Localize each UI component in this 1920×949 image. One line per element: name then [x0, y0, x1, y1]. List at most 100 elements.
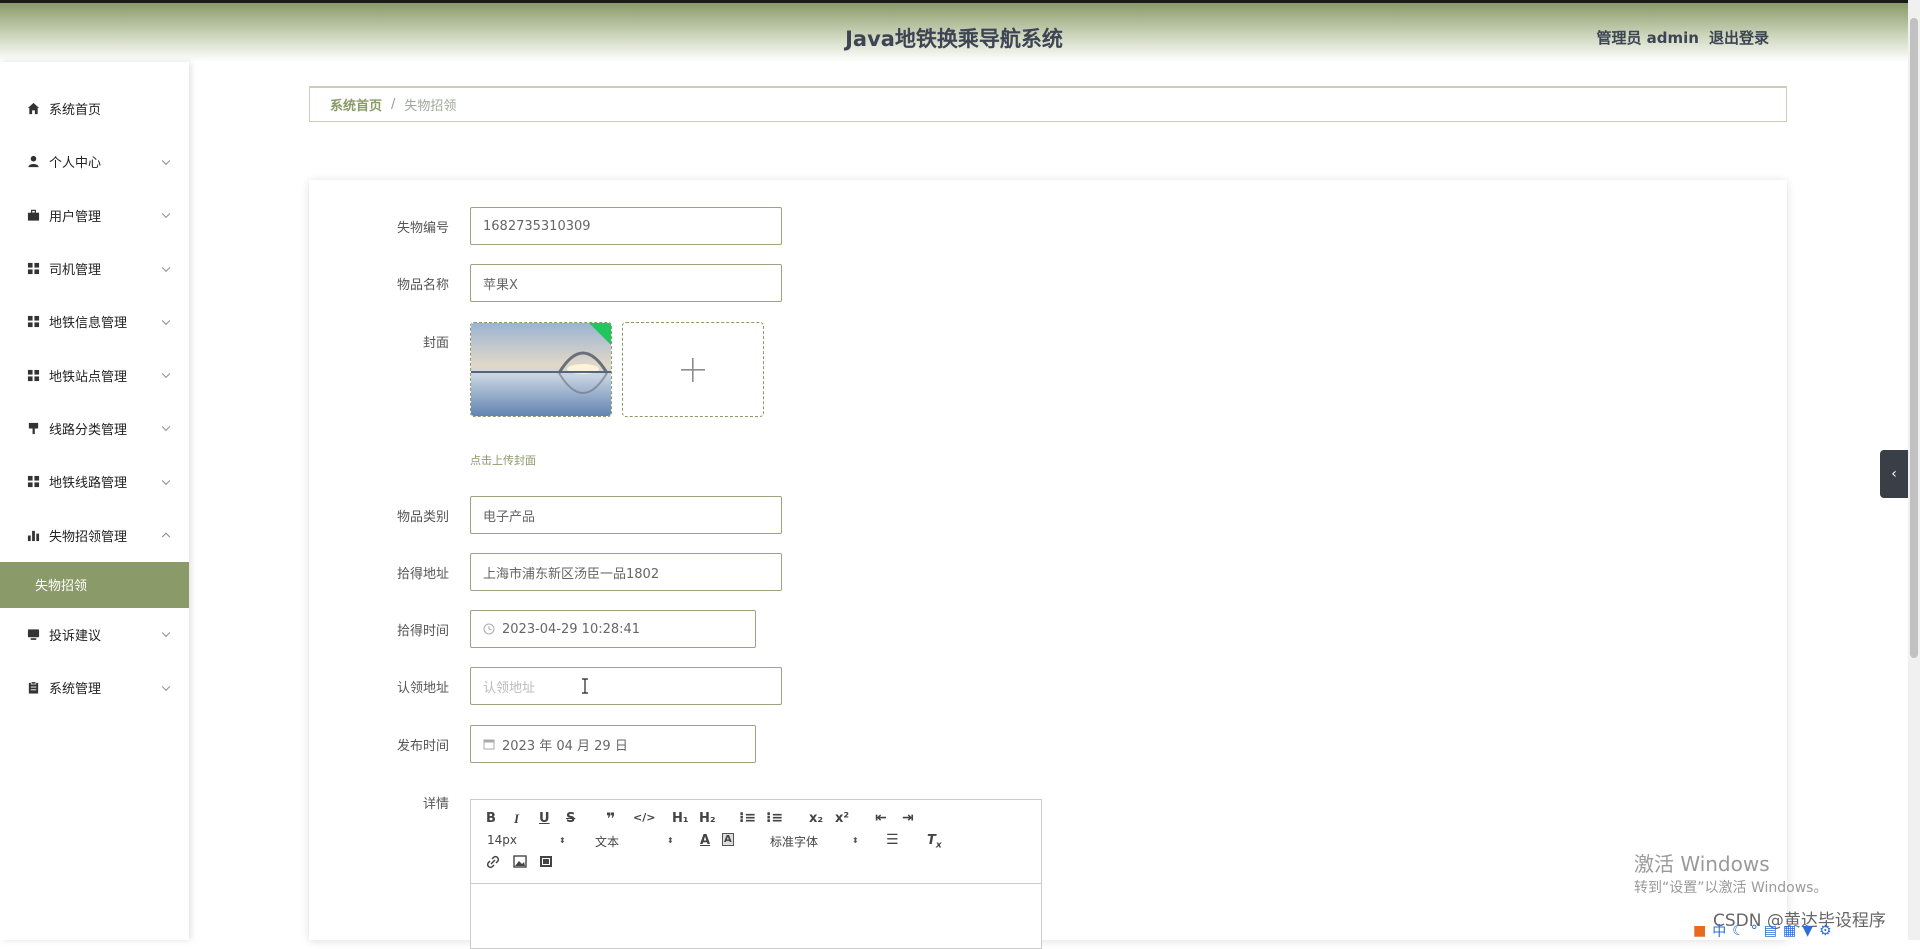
- subscript-icon[interactable]: x₂: [809, 811, 823, 826]
- code-field[interactable]: 1682735310309: [470, 207, 782, 245]
- tray-extra-icon[interactable]: ▦: [1783, 923, 1796, 939]
- chevron-down-icon: [161, 476, 171, 485]
- strikethrough-icon[interactable]: S: [566, 811, 575, 826]
- cover-label: 封面: [422, 336, 449, 351]
- sidebar-item-complaints[interactable]: 投诉建议: [0, 608, 189, 661]
- chevron-down-icon: [161, 263, 171, 272]
- publish-date-picker[interactable]: 2023 年 04 月 29 日: [470, 725, 756, 763]
- form-card: 失物编号 1682735310309 物品名称 苹果X 封面 点击上传封面 物品…: [309, 180, 1787, 949]
- editor-content-area[interactable]: [471, 884, 1041, 948]
- heading1-icon[interactable]: H₁: [672, 811, 689, 826]
- chevron-up-icon: [161, 532, 171, 542]
- publish-time-label: 发布时间: [396, 739, 449, 754]
- font-size-value: 14px: [487, 833, 517, 847]
- found-address-field[interactable]: 上海市浦东新区汤臣一品1802: [470, 553, 782, 591]
- briefcase-icon: [26, 208, 40, 222]
- background-color-icon[interactable]: A: [722, 833, 734, 846]
- sidebar-item-metro-lines[interactable]: 地铁线路管理: [0, 455, 189, 508]
- sidebar-item-label: 投诉建议: [49, 628, 102, 644]
- font-color-icon[interactable]: A: [700, 833, 710, 848]
- cover-hint: 点击上传封面: [470, 454, 536, 467]
- ordered-list-icon[interactable]: ⁝≡: [739, 810, 756, 826]
- align-icon[interactable]: ☰: [886, 832, 899, 848]
- clear-format-icon[interactable]: Tx: [927, 833, 942, 851]
- italic-icon[interactable]: I: [514, 811, 519, 827]
- bold-icon[interactable]: B: [486, 811, 496, 826]
- sidebar-item-line-categories[interactable]: 线路分类管理: [0, 402, 189, 455]
- page-scrollbar[interactable]: [1908, 0, 1920, 940]
- breadcrumb: 系统首页 / 失物招领: [309, 86, 1787, 122]
- select-arrow-icon: ⬍: [852, 836, 859, 845]
- sidebar-item-label: 司机管理: [49, 263, 102, 279]
- logout-link[interactable]: 退出登录: [1709, 27, 1769, 48]
- font-family-value: 标准字体: [770, 835, 819, 849]
- activation-watermark-subtitle: 转到“设置”以激活 Windows。: [1634, 880, 1828, 896]
- blockquote-icon[interactable]: ❞: [606, 809, 615, 828]
- settings-icon[interactable]: ⚙: [1819, 923, 1832, 939]
- clipboard-icon: [26, 681, 40, 695]
- sidebar-subitem-lost-found[interactable]: 失物招领: [0, 561, 189, 608]
- add-cover-button[interactable]: [622, 322, 764, 417]
- chevron-down-icon: [161, 422, 171, 432]
- underline-icon[interactable]: U: [539, 811, 550, 826]
- sidebar-item-label: 地铁站点管理: [49, 369, 128, 385]
- video-icon[interactable]: [539, 855, 553, 872]
- sidebar-item-system[interactable]: 系统管理: [0, 661, 189, 714]
- sidebar-item-home[interactable]: 系统首页: [0, 82, 189, 135]
- image-icon[interactable]: [513, 855, 527, 872]
- rich-text-editor[interactable]: B I U S ❞ </> H₁ H₂ ⁝≡ ⁝≡ x₂ x² ⇤ ⇥ 14px…: [470, 799, 1042, 949]
- sidebar-item-label: 系统首页: [49, 103, 102, 119]
- system-tray: ■ 中 ☾ ° ▤ ▦ ▼ ⚙: [1693, 922, 1908, 940]
- found-time-picker[interactable]: 2023-04-29 10:28:41: [470, 610, 756, 648]
- grid-icon: [26, 315, 40, 329]
- outdent-icon[interactable]: ⇤: [875, 810, 887, 826]
- user-icon: [26, 155, 40, 169]
- breadcrumb-home[interactable]: 系统首页: [330, 95, 382, 114]
- font-family-select[interactable]: 标准字体 ⬍: [770, 833, 859, 850]
- grid-icon: [26, 368, 40, 382]
- sidebar-item-label: 系统管理: [49, 682, 102, 698]
- name-field[interactable]: 苹果X: [470, 264, 782, 302]
- cover-image: [471, 323, 611, 416]
- bullet-list-icon[interactable]: ⁝≡: [766, 810, 783, 826]
- heading2-icon[interactable]: H₂: [699, 811, 716, 826]
- link-icon[interactable]: [486, 855, 500, 873]
- scrollbar-thumb[interactable]: [1910, 18, 1918, 658]
- found-time-label: 拾得时间: [396, 624, 449, 639]
- detail-label: 详情: [422, 797, 449, 812]
- chevron-down-icon: [161, 628, 171, 638]
- sidebar-item-label: 地铁线路管理: [49, 476, 128, 492]
- punctuation-icon[interactable]: °: [1751, 923, 1758, 939]
- chevron-down-icon: [161, 156, 171, 165]
- font-size-select[interactable]: 14px ⬍: [487, 833, 566, 847]
- breadcrumb-separator: /: [391, 97, 396, 112]
- sidebar-item-label: 线路分类管理: [49, 422, 128, 438]
- shirt-icon[interactable]: ▼: [1802, 923, 1813, 939]
- superscript-icon[interactable]: x²: [835, 811, 849, 826]
- sidebar-item-users[interactable]: 用户管理: [0, 189, 189, 242]
- plus-icon: [681, 357, 705, 382]
- cover-image-thumbnail[interactable]: [470, 322, 612, 417]
- keyboard-icon[interactable]: ▤: [1764, 923, 1777, 939]
- claim-address-field[interactable]: 认领地址: [470, 667, 782, 705]
- moon-icon[interactable]: ☾: [1732, 923, 1745, 939]
- ime-chinese-icon[interactable]: 中: [1712, 921, 1726, 941]
- sidebar-item-lost-found[interactable]: 失物招领管理: [0, 508, 189, 561]
- found-time-value: 2023-04-29 10:28:41: [502, 621, 641, 637]
- code-icon[interactable]: </>: [633, 811, 655, 824]
- category-field[interactable]: 电子产品: [470, 496, 782, 534]
- sidebar-item-metro-info[interactable]: 地铁信息管理: [0, 295, 189, 348]
- paragraph-select[interactable]: 文本 ⬍: [595, 833, 674, 850]
- grid-icon: [26, 262, 40, 276]
- sidebar-item-metro-stations[interactable]: 地铁站点管理: [0, 348, 189, 401]
- indent-icon[interactable]: ⇥: [902, 810, 914, 826]
- ime-icon[interactable]: ■: [1693, 923, 1706, 939]
- sidebar: 系统首页 个人中心 用户管理 司机管理 地铁信息管理 地铁站点管理 线路分类管理…: [0, 62, 189, 940]
- brush-icon: [26, 421, 40, 435]
- sidebar-item-label: 用户管理: [49, 209, 102, 225]
- calendar-icon: [483, 738, 495, 750]
- sidebar-item-label: 个人中心: [49, 156, 102, 172]
- sidebar-item-personal[interactable]: 个人中心: [0, 135, 189, 188]
- side-panel-toggle[interactable]: ‹: [1880, 450, 1908, 498]
- sidebar-item-drivers[interactable]: 司机管理: [0, 242, 189, 295]
